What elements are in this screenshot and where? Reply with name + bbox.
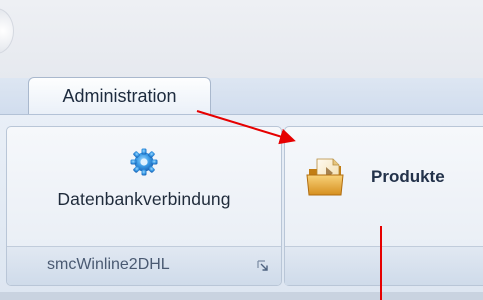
dialog-launcher-icon[interactable] [257,260,269,272]
tab-administration[interactable]: Administration [28,77,211,115]
datenbankverbindung-button[interactable]: Datenbankverbindung [7,127,281,237]
tab-administration-label: Administration [62,86,177,106]
group-label: smcWinline2DHL [47,256,170,273]
ribbon-group-produkte: Produkte [284,126,483,286]
ribbon-group-smcwinline2dhl: Datenbankverbindung smcWinline2DHL [6,126,282,286]
group-footer [285,246,483,285]
produkte-button[interactable]: Produkte [303,145,483,209]
produkte-label: Produkte [371,167,445,186]
ribbon-bottom-border [0,292,483,300]
folder-icon [306,158,344,196]
gear-icon [130,148,158,176]
title-bar-area [0,0,483,78]
datenbankverbindung-label: Datenbankverbindung [57,189,231,209]
application-orb[interactable] [0,8,14,54]
group-footer: smcWinline2DHL [7,246,281,285]
